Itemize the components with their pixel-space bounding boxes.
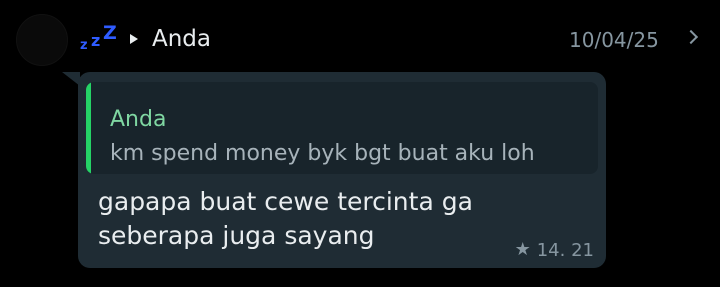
- message-header[interactable]: zzZ Anda 10/04/25: [0, 0, 720, 80]
- sleep-zzz-icon: zzZ: [80, 22, 117, 53]
- forward-arrow-icon: [130, 34, 138, 44]
- avatar[interactable]: [16, 14, 68, 66]
- sender-name: Anda: [152, 26, 212, 52]
- quoted-sender: Anda: [110, 107, 167, 132]
- quote-accent-bar: [86, 82, 91, 174]
- quoted-message[interactable]: Anda km spend money byk bgt buat aku loh: [86, 82, 598, 174]
- star-icon: ★: [514, 239, 531, 260]
- message-text: gapapa buat cewe tercinta ga seberapa ju…: [98, 187, 473, 250]
- message-time: 14. 21: [536, 239, 594, 261]
- message-date: 10/04/25: [569, 28, 659, 52]
- chevron-right-icon[interactable]: [683, 29, 699, 45]
- message-bubble[interactable]: Anda km spend money byk bgt buat aku loh…: [78, 72, 606, 268]
- message-meta: ★ 14. 21: [515, 238, 594, 262]
- quoted-text: km spend money byk bgt buat aku loh: [110, 141, 535, 166]
